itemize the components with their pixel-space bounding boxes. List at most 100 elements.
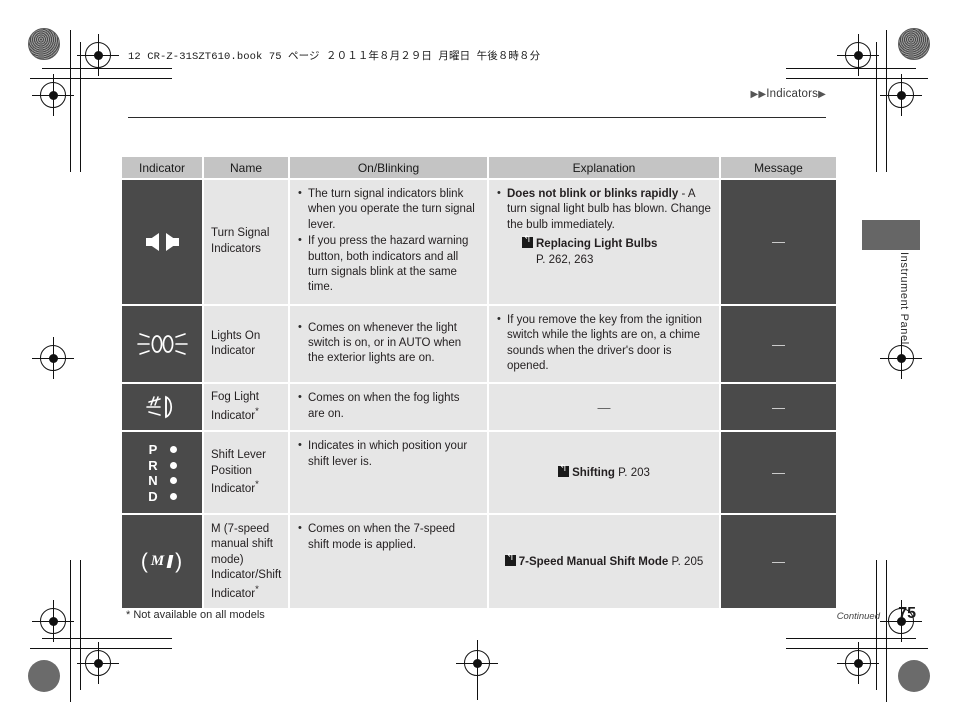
- list-item: Indicates in which position your shift l…: [297, 438, 479, 470]
- crop-line-top-right-c: [886, 30, 887, 172]
- column-header-name: Name: [204, 157, 288, 178]
- crop-line-top-left-a: [42, 68, 172, 69]
- halftone-swatch-top-left: [28, 28, 60, 60]
- indicators-table: Indicator Name On/Blinking Explanation M…: [120, 155, 838, 610]
- running-head-right-triangle-icon: ▶: [818, 89, 826, 100]
- list-item: If you press the hazard warning button, …: [297, 233, 479, 296]
- reference-title: Shifting: [572, 467, 615, 480]
- column-header-explanation: Explanation: [489, 157, 719, 178]
- registration-mark-mid-left: [32, 337, 74, 379]
- onblinking-cell-manual-shift-mode: Comes on when the 7-speed shift mode is …: [290, 515, 487, 609]
- message-cell-fog-light: —: [721, 384, 836, 431]
- header-rule: [128, 117, 826, 119]
- reference-page: P. 262, 263: [536, 253, 594, 266]
- column-header-indicator: Indicator: [122, 157, 202, 178]
- prnd-row-r: R: [148, 459, 177, 472]
- registration-mark-mid-right: [880, 337, 922, 379]
- registration-mark-inner-bottom-left: [77, 642, 119, 684]
- message-cell-manual-shift-mode: —: [721, 515, 836, 609]
- running-head-title: Indicators: [766, 88, 819, 100]
- reference-page: P. 205: [671, 556, 704, 569]
- registration-mark-bottom-left: [32, 600, 74, 642]
- solid-swatch-bottom-left: [28, 660, 60, 692]
- explanation-cell-shift-position: Shifting P. 203: [489, 432, 719, 514]
- explanation-dash: —: [597, 399, 611, 415]
- crop-line-bottom-center: [477, 640, 478, 700]
- crop-line-bottom-left-c: [70, 560, 71, 702]
- message-cell-lights-on: —: [721, 305, 836, 383]
- indicator-cell-turn-signal: [122, 180, 202, 304]
- explanation-cell-manual-shift-mode: 7-Speed Manual Shift Mode P. 205: [489, 515, 719, 609]
- registration-mark-top-right: [880, 74, 922, 116]
- reference-title: Replacing Light Bulbs: [536, 238, 658, 251]
- table-row: P R N D Shift Lever Position Indicator* …: [122, 432, 836, 514]
- footnote-asterisk-note: * Not available on all models: [126, 609, 265, 621]
- crop-line-bottom-right-d: [876, 560, 877, 690]
- crop-line-bottom-right-a: [786, 638, 916, 639]
- onblinking-cell-lights-on: Comes on whenever the light switch is on…: [290, 305, 487, 383]
- table-row: Lights On Indicator Comes on whenever th…: [122, 305, 836, 383]
- letter-m: M: [150, 553, 166, 570]
- crop-line-top-right-b: [786, 78, 928, 79]
- list-item: Comes on when the fog lights are on.: [297, 390, 479, 422]
- running-head-left-triangles-icon: ▶▶: [750, 89, 767, 100]
- explanation-cell-lights-on: If you remove the key from the ignition …: [489, 305, 719, 383]
- explanation-cell-fog-light: —: [489, 384, 719, 431]
- continued-label: Continued: [836, 611, 880, 622]
- name-cell-manual-shift-mode: M (7-speed manual shift mode) Indicator/…: [204, 515, 288, 609]
- explanation-bold-lead: Does not blink or blinks rapidly: [507, 188, 679, 200]
- name-asterisk: *: [255, 405, 259, 417]
- list-item: The turn signal indicators blink when yo…: [297, 186, 479, 233]
- table-row: Fog Light Indicator* Comes on when the f…: [122, 384, 836, 431]
- crop-line-bottom-right-c: [886, 560, 887, 702]
- cross-reference-shifting[interactable]: Shifting P. 203: [489, 466, 719, 479]
- registration-mark-top-left: [32, 74, 74, 116]
- column-header-on-blinking: On/Blinking: [290, 157, 487, 178]
- onblinking-cell-turn-signal: The turn signal indicators blink when yo…: [290, 180, 487, 304]
- registration-mark-inner-top-left: [77, 34, 119, 76]
- message-cell-shift-position: —: [721, 432, 836, 514]
- list-item: If you remove the key from the ignition …: [496, 312, 711, 375]
- table-row: Turn Signal Indicators The turn signal i…: [122, 180, 836, 304]
- name-cell-fog-light: Fog Light Indicator*: [204, 384, 288, 431]
- cross-reference-7-speed-manual-shift-mode[interactable]: 7-Speed Manual Shift Mode P. 205: [489, 555, 719, 568]
- message-dash: —: [772, 336, 785, 352]
- crop-line-top-left-d: [80, 42, 81, 172]
- indicator-cell-shift-position: P R N D: [122, 432, 202, 514]
- crop-line-bottom-left-a: [42, 638, 172, 639]
- prnd-row-n: N: [148, 474, 177, 487]
- table-row: (M) M (7-speed manual shift mode) Indica…: [122, 515, 836, 609]
- solid-swatch-bottom-right: [898, 660, 930, 692]
- name-text: Fog Light Indicator: [211, 391, 259, 422]
- manual-shift-mode-m-icon: (M): [122, 550, 202, 574]
- message-dash: —: [772, 465, 785, 481]
- name-asterisk: *: [255, 583, 259, 595]
- list-item: Does not blink or blinks rapidly - A tur…: [496, 186, 711, 233]
- name-cell-shift-position: Shift Lever Position Indicator*: [204, 432, 288, 514]
- onblinking-cell-fog-light: Comes on when the fog lights are on.: [290, 384, 487, 431]
- thumb-tab-label: Instrument Panel: [898, 252, 910, 345]
- crop-line-bottom-left-b: [30, 648, 172, 649]
- crop-line-top-left-b: [30, 78, 172, 79]
- message-dash: —: [772, 554, 785, 570]
- onblinking-cell-shift-position: Indicates in which position your shift l…: [290, 432, 487, 514]
- indicator-cell-manual-shift-mode: (M): [122, 515, 202, 609]
- thumb-tab-marker: [862, 220, 920, 250]
- crop-line-top-right-d: [876, 42, 877, 172]
- prnd-row-p: P: [148, 443, 177, 456]
- indicator-cell-lights-on: [122, 305, 202, 383]
- name-cell-turn-signal: Turn Signal Indicators: [204, 180, 288, 304]
- crop-line-top-left-c: [70, 30, 71, 172]
- crop-line-bottom-right-b: [786, 648, 928, 649]
- reference-page: P. 203: [618, 467, 650, 480]
- table-header-row: Indicator Name On/Blinking Explanation M…: [122, 157, 836, 178]
- reference-title: 7-Speed Manual Shift Mode: [518, 556, 669, 569]
- indicator-cell-fog-light: [122, 384, 202, 431]
- halftone-swatch-top-right: [898, 28, 930, 60]
- reference-arrow-icon: [558, 466, 570, 478]
- crop-line-bottom-left-d: [80, 560, 81, 690]
- message-dash: —: [772, 234, 785, 250]
- bracket-left: (: [140, 549, 149, 573]
- cross-reference-replacing-light-bulbs[interactable]: Replacing Light Bulbs P. 262, 263: [496, 237, 711, 268]
- bracket-right: ): [175, 549, 184, 573]
